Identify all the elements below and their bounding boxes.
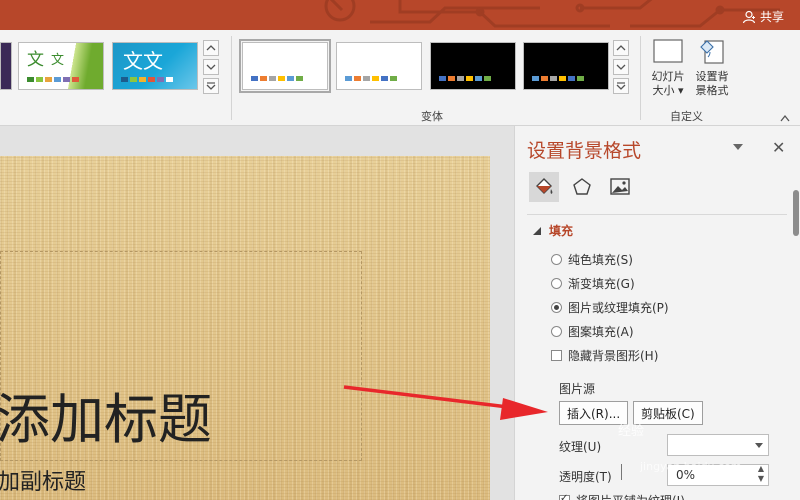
theme-thumbnail-2[interactable]: 文 文 — [18, 42, 104, 90]
pane-close-button[interactable]: ✕ — [772, 138, 785, 157]
customize-group-label: 自定义 — [670, 110, 703, 123]
variants-more-button[interactable] — [613, 78, 629, 94]
ribbon-separator — [231, 36, 232, 120]
person-icon — [742, 10, 756, 23]
share-button[interactable]: 共享 — [742, 8, 784, 25]
pane-title: 设置背景格式 — [527, 140, 642, 162]
variants-group-label: 变体 — [421, 110, 443, 123]
theme-2-swatches — [27, 77, 79, 82]
more-icon — [616, 82, 626, 90]
theme-3-text: 文文 — [123, 49, 163, 73]
slide-size-button[interactable]: 幻灯片 大小 ▾ — [646, 38, 690, 98]
solid-fill-radio[interactable] — [551, 254, 562, 265]
picture-icon — [610, 178, 630, 195]
themes-more-button[interactable] — [203, 78, 219, 94]
slide-subtitle[interactable]: 加副标题 — [0, 464, 86, 496]
hide-bg-graphics-label: 隐藏背景图形(H) — [568, 349, 659, 363]
pentagon-icon — [573, 178, 591, 195]
theme-3-swatches — [121, 77, 173, 82]
variants-scroll-down-button[interactable] — [613, 59, 629, 75]
pattern-fill-radio[interactable] — [551, 326, 562, 337]
theme-thumbnail-3[interactable]: 文文 — [112, 42, 198, 90]
theme-2-text-2: 文 — [51, 53, 65, 68]
format-background-label-line2: 景格式 — [695, 84, 729, 97]
slide-title[interactable]: 添加标题 — [0, 375, 212, 454]
ribbon-separator — [640, 36, 641, 120]
pane-options-dropdown-icon[interactable] — [733, 144, 743, 150]
format-background-label-line1: 设置背 — [695, 70, 729, 83]
pattern-fill-label: 图案填充(A) — [568, 325, 634, 339]
watermark-url: jingyan.baidu.com — [640, 460, 742, 473]
chevron-down-icon: ▾ — [677, 84, 684, 97]
slide-size-label-line2: 大小 — [652, 84, 675, 97]
gradient-fill-label: 渐变填充(G) — [568, 277, 635, 291]
title-bar: 共享 — [0, 0, 800, 30]
theme-2-text: 文 — [27, 50, 44, 70]
variant-4-swatches — [532, 76, 584, 81]
themes-scroll-up-button[interactable] — [203, 40, 219, 56]
picture-source-label: 图片源 — [559, 382, 596, 396]
collapse-ribbon-icon[interactable] — [780, 114, 790, 122]
texture-label: 纹理(U) — [559, 440, 602, 454]
fill-section-label: 填充 — [549, 224, 574, 238]
chevron-down-icon — [206, 64, 216, 70]
fill-tab[interactable] — [529, 172, 559, 202]
transparency-slider[interactable] — [621, 464, 622, 480]
theme-thumbnail-1[interactable] — [0, 42, 12, 90]
variant-thumbnail-4[interactable] — [523, 42, 609, 90]
variants-scroll-up-button[interactable] — [613, 40, 629, 56]
tile-texture-option[interactable]: 将图片平铺为纹理(I) — [559, 492, 685, 500]
transparency-label: 透明度(T) — [559, 470, 612, 484]
fill-section-header[interactable]: 填充 — [533, 222, 573, 239]
texture-dropdown[interactable] — [667, 434, 769, 456]
picture-texture-fill-label: 图片或纹理填充(P) — [568, 301, 669, 315]
slide-canvas[interactable]: 添加标题 加副标题 — [0, 156, 490, 500]
design-ribbon: 文 文 文文 变体 幻灯片 大小 ▾ 设置背 景格式 自定义 — [0, 30, 800, 126]
pattern-fill-option[interactable]: 图案填充(A) — [551, 323, 634, 340]
variant-thumbnail-1[interactable] — [239, 39, 331, 93]
slide-editor: 添加标题 加副标题 — [0, 126, 514, 500]
circuit-decoration — [324, 0, 780, 28]
chevron-up-icon — [206, 45, 216, 51]
chevron-down-icon — [616, 64, 626, 70]
format-background-button[interactable]: 设置背 景格式 — [690, 38, 734, 98]
hide-bg-graphics-checkbox[interactable] — [551, 350, 562, 361]
paint-bucket-icon — [536, 178, 553, 194]
effects-tab[interactable] — [567, 172, 597, 202]
more-icon — [206, 82, 216, 90]
hide-bg-graphics-option[interactable]: 隐藏背景图形(H) — [551, 347, 658, 364]
variant-1-swatches — [251, 76, 303, 81]
variant-2-swatches — [345, 76, 397, 81]
share-label: 共享 — [759, 10, 784, 24]
chevron-up-icon — [616, 45, 626, 51]
watermark: 经验 — [618, 424, 645, 439]
slide-size-label-line1: 幻灯片 — [651, 70, 685, 83]
variant-thumbnail-2[interactable] — [336, 42, 422, 90]
pane-scrollbar-thumb[interactable] — [793, 190, 799, 236]
chevron-down-icon — [755, 443, 763, 448]
tile-texture-checkbox[interactable] — [559, 493, 570, 500]
picture-tab[interactable] — [605, 172, 635, 202]
triangle-collapse-icon — [533, 226, 541, 235]
format-background-icon — [700, 40, 724, 64]
format-background-pane: 设置背景格式 ✕ 填充 纯色填充(S) 渐变填充(G) 图片或纹理填充(P) 图… — [514, 126, 800, 500]
picture-texture-fill-option[interactable]: 图片或纹理填充(P) — [551, 299, 669, 316]
solid-fill-label: 纯色填充(S) — [568, 253, 633, 267]
gradient-fill-option[interactable]: 渐变填充(G) — [551, 275, 635, 292]
tile-texture-label: 将图片平铺为纹理(I) — [576, 492, 685, 500]
picture-texture-fill-radio[interactable] — [551, 302, 562, 313]
gradient-fill-radio[interactable] — [551, 278, 562, 289]
variant-3-swatches — [439, 76, 491, 81]
variant-thumbnail-3[interactable] — [430, 42, 516, 90]
solid-fill-option[interactable]: 纯色填充(S) — [551, 251, 633, 268]
slide-size-icon — [653, 39, 683, 63]
spinner-icon[interactable]: ▲ ▼ — [758, 464, 764, 484]
pane-divider — [527, 214, 787, 215]
themes-scroll-down-button[interactable] — [203, 59, 219, 75]
